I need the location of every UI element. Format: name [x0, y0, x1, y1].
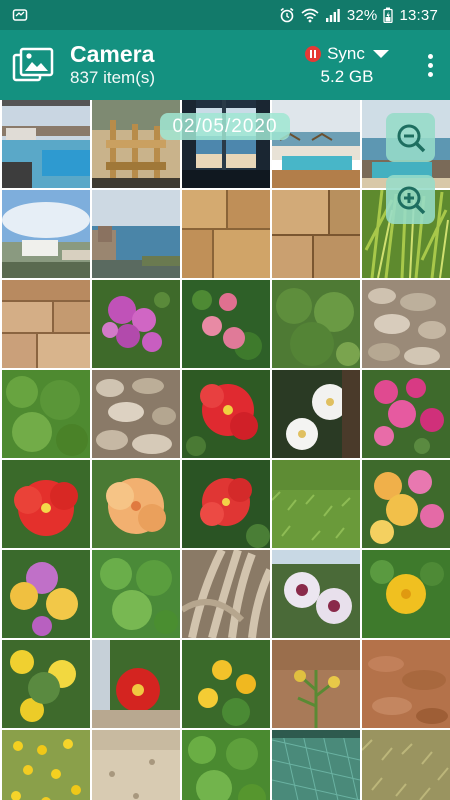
zoom-in-icon [397, 186, 425, 214]
tree-bark-photo[interactable] [182, 550, 270, 638]
sync-button[interactable]: Sync 5.2 GB [292, 42, 402, 88]
zoom-out-icon [397, 124, 425, 152]
stone-blocks-photo[interactable] [2, 280, 90, 368]
notification-icon [12, 9, 28, 21]
status-bar-right: 32% 13:37 [279, 7, 438, 24]
status-bar: 32% 13:37 [0, 0, 450, 30]
date-scrubber-label[interactable]: 02/05/2020 [160, 113, 290, 140]
status-bar-left [12, 7, 279, 23]
clock: 13:37 [399, 6, 438, 24]
zoom-in-button[interactable] [386, 175, 435, 224]
storage-size: 5.2 GB [320, 67, 374, 86]
stone-wall-photo[interactable] [182, 190, 270, 278]
album-title: Camera [70, 41, 155, 67]
pink-flowers-photo[interactable] [182, 280, 270, 368]
pink-white-flowers-photo[interactable] [272, 550, 360, 638]
yellow-lantana-photo[interactable] [182, 640, 270, 728]
lantana-photo[interactable] [2, 550, 90, 638]
battery-icon [383, 7, 394, 23]
harbor-view-photo[interactable] [92, 190, 180, 278]
title-block: Camera 837 item(s) [70, 41, 292, 89]
stone-pile-photo[interactable] [362, 280, 450, 368]
rocks-photo[interactable] [92, 370, 180, 458]
green-plant-photo[interactable] [92, 550, 180, 638]
pink-bougainvillea-photo[interactable] [362, 370, 450, 458]
wifi-icon [301, 8, 319, 23]
yellow-lantana-photo[interactable] [2, 640, 90, 728]
gallery-icon [12, 47, 54, 82]
stone-wall-photo[interactable] [272, 190, 360, 278]
photo-grid [0, 100, 450, 800]
sync-label: Sync [327, 44, 365, 63]
dry-grass-photo[interactable] [362, 730, 450, 800]
menu-dot [427, 71, 433, 77]
caret-down-icon [372, 50, 389, 58]
pause-icon [305, 46, 322, 62]
red-hibiscus-photo[interactable] [92, 640, 180, 728]
menu-dot [427, 53, 433, 59]
yellow-lantana-photo[interactable] [362, 550, 450, 638]
alarm-icon [280, 7, 294, 23]
more-vert-icon[interactable] [420, 50, 440, 80]
shade-net-photo[interactable] [272, 730, 360, 800]
white-flowers-photo[interactable] [272, 370, 360, 458]
hotel-coast-photo[interactable] [2, 190, 90, 278]
signal-icon [325, 9, 340, 22]
sandy-ground-photo[interactable] [92, 730, 180, 800]
red-hibiscus-photo[interactable] [182, 370, 270, 458]
lantana-photo[interactable] [362, 460, 450, 548]
dry-plant-photo[interactable] [272, 640, 360, 728]
sync-row[interactable]: Sync [305, 42, 389, 66]
pool-resort-photo[interactable] [2, 100, 90, 188]
green-ground-cover-photo[interactable] [182, 730, 270, 800]
red-hibiscus-photo[interactable] [182, 460, 270, 548]
bougainvillea-photo[interactable] [92, 280, 180, 368]
yellow-wildflowers-photo[interactable] [2, 730, 90, 800]
grass-photo[interactable] [272, 460, 360, 548]
battery-percent: 32% [346, 6, 378, 24]
item-count: 837 item(s) [70, 68, 156, 87]
green-bush-photo[interactable] [2, 370, 90, 458]
menu-dot [427, 62, 433, 68]
peach-hibiscus-photo[interactable] [92, 460, 180, 548]
app-bar: Camera 837 item(s) Sync 5.2 GB [0, 30, 450, 100]
red-hibiscus-photo[interactable] [2, 460, 90, 548]
zoom-out-button[interactable] [386, 113, 435, 162]
red-soil-photo[interactable] [362, 640, 450, 728]
green-bush-photo[interactable] [272, 280, 360, 368]
